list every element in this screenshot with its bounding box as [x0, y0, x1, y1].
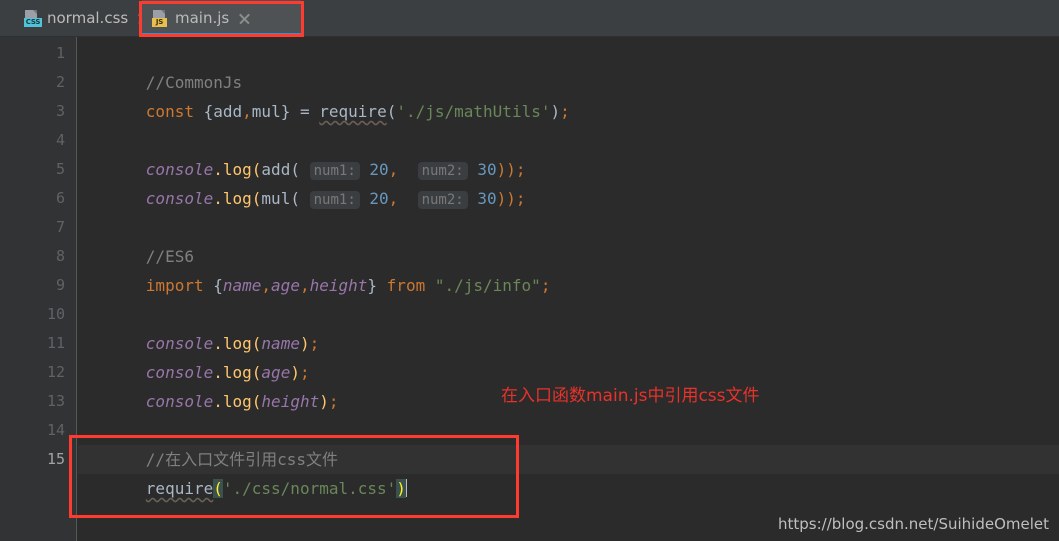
tab-main-js[interactable]: JS main.js — [142, 0, 301, 36]
code-line-5: console.log(mul( num1: 20, num2: 30)); — [78, 155, 526, 209]
dot: . — [213, 189, 223, 208]
tab-label-normal-css: normal.css — [47, 9, 129, 27]
line-number: 5 — [55, 160, 65, 178]
line-number-gutter[interactable]: 1 2 3 4 5 6 7 8 9 10 11 12 13 14 15 — [0, 37, 77, 541]
line-number: 10 — [46, 305, 65, 323]
code-line-15: require('./css/normal.css') — [78, 445, 407, 498]
import-name: name — [222, 276, 262, 295]
code-line-1: //CommonJs — [78, 39, 242, 92]
brace-open: { — [213, 276, 223, 295]
method-log: log — [222, 189, 252, 208]
brace-close: } — [280, 102, 291, 121]
function-mul: mul — [261, 189, 291, 208]
argument-30: 30 — [477, 189, 497, 208]
annotation-text: 在入口函数main.js中引用css文件 — [501, 386, 760, 406]
line-number: 4 — [55, 131, 65, 149]
paren-open: ( — [251, 392, 262, 411]
watermark-url: https://blog.csdn.net/SuihideOmelet — [778, 515, 1049, 533]
line-number: 6 — [55, 189, 65, 207]
string-info-path: "./js/info" — [434, 276, 541, 295]
code-line-4: console.log(add( num1: 20, num2: 30)); — [78, 126, 526, 180]
string-mathutils-path: './js/mathUtils' — [396, 102, 551, 121]
close-icon[interactable] — [238, 12, 251, 25]
binding-add: add — [213, 102, 243, 121]
import-height: height — [309, 276, 368, 295]
semicolon: ; — [328, 392, 339, 411]
import-age: age — [271, 276, 300, 295]
comma: , — [242, 102, 252, 121]
css-file-icon: CSS — [24, 9, 42, 27]
code-line-12: console.log(height); — [78, 358, 339, 411]
line-number: 2 — [55, 73, 65, 91]
line-number: 7 — [55, 218, 65, 236]
css-file-badge: CSS — [24, 17, 42, 27]
closing-parens: )); — [496, 189, 526, 208]
code-line-8: import {name,age,height} from "./js/info… — [78, 242, 551, 295]
string-normal-css-path: './css/normal.css' — [222, 479, 397, 498]
code-editor[interactable]: 1 2 3 4 5 6 7 8 9 10 11 12 13 14 15 //Co… — [0, 37, 1059, 541]
param-hint-num2: num2: — [417, 191, 468, 209]
call-require: require — [319, 102, 387, 121]
matched-paren-open: ( — [213, 479, 223, 498]
code-content[interactable]: //CommonJs const {add,mul} = require('./… — [78, 37, 1059, 541]
comma: , — [261, 276, 272, 295]
js-file-badge: JS — [152, 17, 167, 27]
text-caret — [405, 479, 407, 497]
keyword-from: from — [386, 276, 426, 295]
line-number: 1 — [55, 44, 65, 62]
object-console: console — [145, 189, 214, 208]
code-line-10: console.log(name); — [78, 300, 319, 353]
paren-open-inner: ( — [290, 189, 300, 208]
semicolon: ; — [540, 276, 551, 295]
matched-paren-close: ) — [396, 479, 406, 498]
method-log: log — [222, 392, 252, 411]
dot: . — [213, 392, 223, 411]
semicolon: ; — [560, 102, 570, 121]
line-number: 13 — [46, 392, 65, 410]
brace-open: { — [203, 102, 214, 121]
code-line-7: //ES6 — [78, 213, 194, 266]
line-number: 9 — [55, 276, 65, 294]
object-console: console — [145, 392, 214, 411]
keyword-import: import — [145, 276, 204, 295]
brace-close: } — [367, 276, 378, 295]
argument-height: height — [261, 392, 320, 411]
tab-normal-css[interactable]: CSS normal.css — [14, 0, 139, 36]
code-line-14: //在入口文件引用css文件 — [78, 416, 338, 469]
line-number: 11 — [46, 334, 65, 352]
keyword-const: const — [145, 102, 194, 121]
paren-open: ( — [386, 102, 397, 121]
active-tab-underline — [142, 33, 301, 36]
paren-close: ) — [550, 102, 561, 121]
call-require: require — [145, 479, 214, 498]
editor-tab-bar: CSS normal.css JS main.js — [0, 0, 1059, 37]
param-hint-num1: num1: — [309, 191, 360, 209]
binding-mul: mul — [251, 102, 281, 121]
comma: , — [299, 276, 310, 295]
comma: , — [388, 189, 399, 208]
line-number: 3 — [55, 102, 65, 120]
paren-open: ( — [251, 189, 262, 208]
line-number: 12 — [46, 363, 65, 381]
argument-20: 20 — [369, 189, 389, 208]
js-file-icon: JS — [152, 9, 168, 27]
tab-label-main-js: main.js — [175, 9, 230, 27]
line-number-current: 15 — [46, 450, 65, 468]
paren-close: ) — [319, 392, 329, 411]
semicolon: ; — [309, 334, 320, 353]
equals-sign: = — [299, 102, 310, 121]
code-line-2: const {add,mul} = require('./js/mathUtil… — [78, 68, 570, 121]
line-number: 8 — [55, 247, 65, 265]
line-number: 14 — [46, 421, 65, 439]
code-line-11: console.log(age); — [78, 329, 310, 382]
